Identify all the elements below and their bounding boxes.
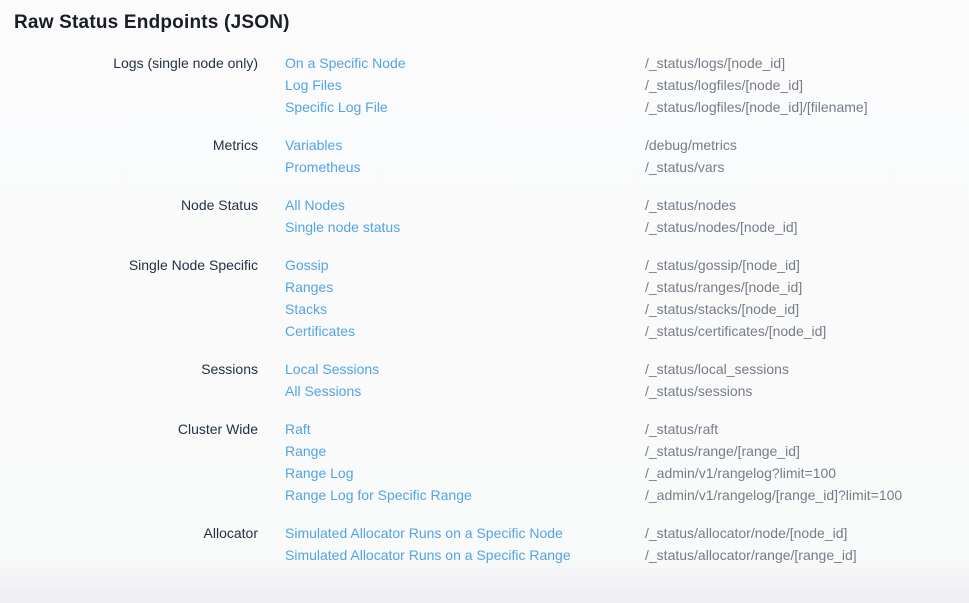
endpoint-link[interactable]: Local Sessions	[285, 358, 645, 380]
endpoint-link[interactable]: Log Files	[285, 74, 645, 96]
endpoint-group: Allocator Simulated Allocator Runs on a S…	[0, 522, 969, 566]
endpoint-row: Raft/_status/raft	[285, 418, 969, 440]
endpoint-row: Ranges/_status/ranges/[node_id]	[285, 276, 969, 298]
endpoint-link[interactable]: Stacks	[285, 298, 645, 320]
endpoint-path: /_status/nodes/[node_id]	[645, 216, 798, 238]
endpoint-rows: On a Specific Node/_status/logs/[node_id…	[285, 52, 969, 118]
endpoint-group: Single Node Specific Gossip/_status/gossi…	[0, 254, 969, 342]
page-title: Raw Status Endpoints (JSON)	[14, 12, 290, 34]
endpoint-row: Range Log/_admin/v1/rangelog?limit=100	[285, 462, 969, 484]
endpoint-group: Cluster Wide Raft/_status/raftRange/_stat…	[0, 418, 969, 506]
endpoint-row: Single node status/_status/nodes/[node_i…	[285, 216, 969, 238]
endpoint-row: Range/_status/range/[range_id]	[285, 440, 969, 462]
endpoint-rows: Variables/debug/metricsPrometheus/_statu…	[285, 134, 969, 178]
endpoint-link[interactable]: All Nodes	[285, 194, 645, 216]
endpoint-row: On a Specific Node/_status/logs/[node_id…	[285, 52, 969, 74]
category-label: Node Status	[0, 194, 258, 216]
endpoint-row: All Sessions/_status/sessions	[285, 380, 969, 402]
endpoint-link[interactable]: Range	[285, 440, 645, 462]
endpoint-path: /_status/logfiles/[node_id]	[645, 74, 803, 96]
endpoint-path: /debug/metrics	[645, 134, 737, 156]
endpoint-link[interactable]: Certificates	[285, 320, 645, 342]
category-label: Metrics	[0, 134, 258, 156]
endpoint-link[interactable]: Gossip	[285, 254, 645, 276]
endpoint-group: Node Status All Nodes/_status/nodesSingle…	[0, 194, 969, 238]
endpoint-row: Simulated Allocator Runs on a Specific N…	[285, 522, 969, 544]
category-label: Cluster Wide	[0, 418, 258, 440]
endpoint-link[interactable]: Prometheus	[285, 156, 645, 178]
endpoint-row: Stacks/_status/stacks/[node_id]	[285, 298, 969, 320]
endpoint-link[interactable]: Single node status	[285, 216, 645, 238]
debug-endpoints-page: Raw Status Endpoints (JSON) Logs (single…	[0, 0, 969, 603]
endpoint-row: Log Files/_status/logfiles/[node_id]	[285, 74, 969, 96]
endpoint-path: /_status/sessions	[645, 380, 752, 402]
endpoint-link[interactable]: Range Log for Specific Range	[285, 484, 645, 506]
category-label: Logs (single node only)	[0, 52, 258, 74]
endpoint-row: Range Log for Specific Range/_admin/v1/r…	[285, 484, 969, 506]
endpoint-link[interactable]: Simulated Allocator Runs on a Specific N…	[285, 522, 645, 544]
category-label: Single Node Specific	[0, 254, 258, 276]
endpoint-row: Local Sessions/_status/local_sessions	[285, 358, 969, 380]
endpoint-path: /_status/certificates/[node_id]	[645, 320, 826, 342]
endpoint-group: Metrics Variables/debug/metricsPrometheus…	[0, 134, 969, 178]
category-label: Allocator	[0, 522, 258, 544]
endpoint-link[interactable]: Variables	[285, 134, 645, 156]
endpoint-path: /_status/stacks/[node_id]	[645, 298, 799, 320]
endpoint-link[interactable]: Simulated Allocator Runs on a Specific R…	[285, 544, 645, 566]
endpoint-row: Certificates/_status/certificates/[node_…	[285, 320, 969, 342]
endpoint-rows: Gossip/_status/gossip/[node_id]Ranges/_s…	[285, 254, 969, 342]
endpoint-path: /_status/nodes	[645, 194, 736, 216]
endpoint-rows: All Nodes/_status/nodesSingle node statu…	[285, 194, 969, 238]
endpoint-link[interactable]: Raft	[285, 418, 645, 440]
endpoint-rows: Raft/_status/raftRange/_status/range/[ra…	[285, 418, 969, 506]
endpoint-path: /_status/allocator/node/[node_id]	[645, 522, 847, 544]
endpoint-path: /_status/vars	[645, 156, 724, 178]
endpoint-path: /_status/local_sessions	[645, 358, 789, 380]
endpoint-path: /_status/raft	[645, 418, 718, 440]
bottom-band	[0, 589, 969, 603]
endpoint-row: Simulated Allocator Runs on a Specific R…	[285, 544, 969, 566]
endpoint-path: /_admin/v1/rangelog?limit=100	[645, 462, 836, 484]
endpoint-row: Prometheus/_status/vars	[285, 156, 969, 178]
endpoint-groups-list: Logs (single node only) On a Specific Nod…	[0, 52, 969, 582]
category-label: Sessions	[0, 358, 258, 380]
endpoint-path: /_status/logfiles/[node_id]/[filename]	[645, 96, 868, 118]
endpoint-link[interactable]: Ranges	[285, 276, 645, 298]
endpoint-path: /_admin/v1/rangelog/[range_id]?limit=100	[645, 484, 902, 506]
endpoint-group: Sessions Local Sessions/_status/local_ses…	[0, 358, 969, 402]
endpoint-link[interactable]: All Sessions	[285, 380, 645, 402]
endpoint-row: Variables/debug/metrics	[285, 134, 969, 156]
endpoint-path: /_status/logs/[node_id]	[645, 52, 785, 74]
endpoint-link[interactable]: Range Log	[285, 462, 645, 484]
endpoint-rows: Local Sessions/_status/local_sessionsAll…	[285, 358, 969, 402]
endpoint-group: Logs (single node only) On a Specific Nod…	[0, 52, 969, 118]
endpoint-link[interactable]: Specific Log File	[285, 96, 645, 118]
endpoint-row: All Nodes/_status/nodes	[285, 194, 969, 216]
endpoint-link[interactable]: On a Specific Node	[285, 52, 645, 74]
endpoint-path: /_status/ranges/[node_id]	[645, 276, 802, 298]
endpoint-path: /_status/allocator/range/[range_id]	[645, 544, 857, 566]
endpoint-row: Specific Log File/_status/logfiles/[node…	[285, 96, 969, 118]
endpoint-path: /_status/range/[range_id]	[645, 440, 800, 462]
endpoint-row: Gossip/_status/gossip/[node_id]	[285, 254, 969, 276]
endpoint-rows: Simulated Allocator Runs on a Specific N…	[285, 522, 969, 566]
endpoint-path: /_status/gossip/[node_id]	[645, 254, 800, 276]
